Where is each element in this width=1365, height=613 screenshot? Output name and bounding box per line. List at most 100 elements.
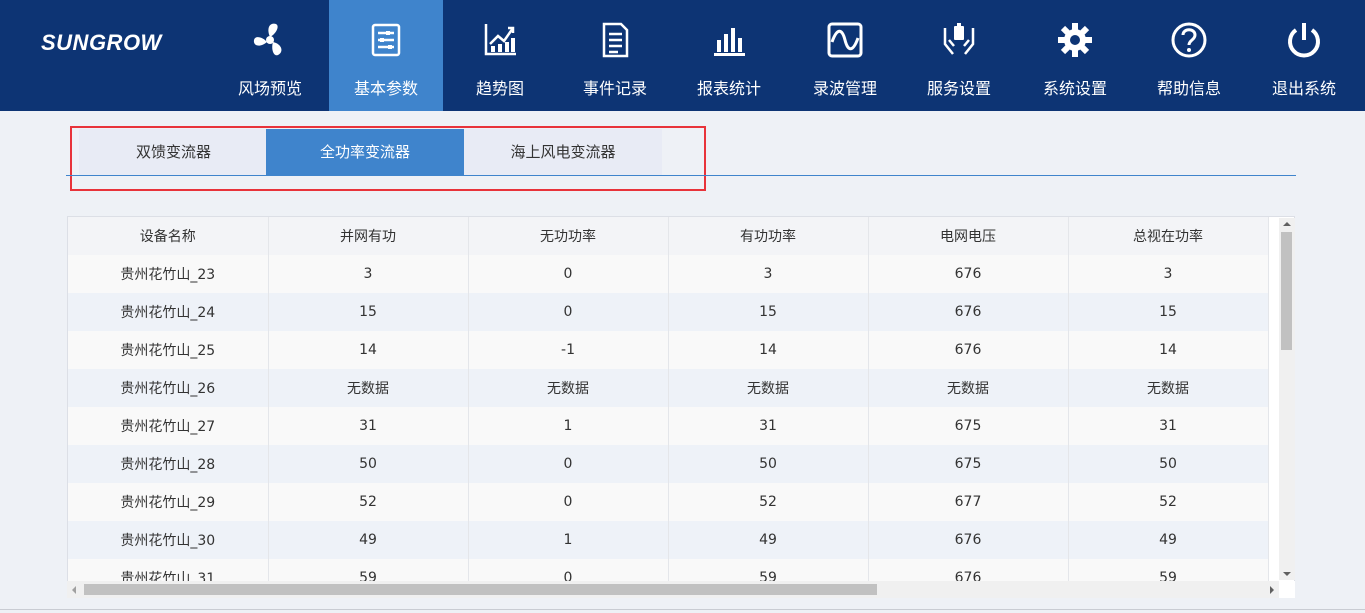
nav-item-basic-parameters[interactable]: 基本参数 — [329, 0, 443, 111]
column-header[interactable]: 并网有功 — [268, 217, 469, 255]
table-cell: 52 — [268, 483, 469, 521]
nav-item-trend-chart[interactable]: 趋势图 — [443, 0, 557, 111]
parameters-table: 设备名称 并网有功 无功功率 有功功率 电网电压 总视在功率 贵州花竹山_23 … — [68, 217, 1269, 597]
table-row[interactable]: 贵州花竹山_27 31 1 31 675 31 — [68, 407, 1269, 445]
converter-type-tabs: 双馈变流器 全功率变流器 海上风电变流器 — [70, 126, 706, 191]
table-cell: 31 — [268, 407, 469, 445]
table-cell: 14 — [1068, 331, 1269, 369]
fan-icon — [250, 20, 290, 60]
scroll-up-arrow-icon[interactable] — [1283, 222, 1291, 226]
footer-divider — [0, 609, 1365, 610]
table-cell: 无数据 — [268, 369, 469, 407]
scroll-down-arrow-icon[interactable] — [1283, 572, 1291, 576]
table-cell: 3 — [1068, 255, 1269, 293]
nav-item-report-statistics[interactable]: 报表统计 — [672, 0, 786, 111]
help-icon — [1169, 20, 1209, 60]
nav-label: 帮助信息 — [1156, 79, 1221, 98]
nav-label: 录波管理 — [812, 79, 877, 98]
bar-chart-icon — [709, 20, 749, 60]
table-cell: 无数据 — [1068, 369, 1269, 407]
vertical-scrollbar[interactable] — [1279, 218, 1295, 580]
table-cell: 14 — [268, 331, 469, 369]
table-row[interactable]: 贵州花竹山_28 50 0 50 675 50 — [68, 445, 1269, 483]
nav-item-system-settings[interactable]: 系统设置 — [1018, 0, 1132, 111]
sungrow-logo: SUNGROW — [41, 30, 162, 55]
top-navigation-bar: SUNGROW 风场预览 基本参数 趋势图 事件记录 报表统计 录波管理 服务设… — [0, 0, 1365, 111]
table-cell: 贵州花竹山_24 — [68, 293, 269, 331]
table-cell: 49 — [668, 521, 869, 559]
nav-label: 系统设置 — [1042, 79, 1107, 98]
waveform-icon — [825, 20, 865, 60]
table-cell: 677 — [868, 483, 1069, 521]
table-cell: 1 — [468, 407, 669, 445]
scroll-right-arrow-icon[interactable] — [1270, 586, 1274, 594]
table-cell: 0 — [468, 483, 669, 521]
table-header-row: 设备名称 并网有功 无功功率 有功功率 电网电压 总视在功率 — [68, 217, 1269, 255]
nav-item-exit-system[interactable]: 退出系统 — [1247, 0, 1361, 111]
table-cell: 贵州花竹山_23 — [68, 255, 269, 293]
nav-label: 风场预览 — [237, 79, 302, 98]
table-cell: 0 — [468, 255, 669, 293]
table-cell: 0 — [468, 293, 669, 331]
table-cell: 无数据 — [668, 369, 869, 407]
table-cell: 31 — [668, 407, 869, 445]
table-cell: 贵州花竹山_29 — [68, 483, 269, 521]
horizontal-scrollbar[interactable] — [67, 581, 1279, 598]
table-cell: 贵州花竹山_27 — [68, 407, 269, 445]
column-header[interactable]: 电网电压 — [868, 217, 1069, 255]
table-cell: 3 — [268, 255, 469, 293]
tab-offshore-wind-converter[interactable]: 海上风电变流器 — [464, 129, 662, 176]
service-hands-icon — [939, 20, 979, 60]
table-row[interactable]: 贵州花竹山_23 3 0 3 676 3 — [68, 255, 1269, 293]
table-cell: 15 — [668, 293, 869, 331]
table-cell: 676 — [868, 331, 1069, 369]
scrollbar-corner — [1279, 581, 1295, 598]
vertical-scroll-thumb[interactable] — [1281, 232, 1292, 350]
parameters-table-container: 设备名称 并网有功 无功功率 有功功率 电网电压 总视在功率 贵州花竹山_23 … — [67, 216, 1295, 598]
nav-item-service-settings[interactable]: 服务设置 — [902, 0, 1016, 111]
table-row[interactable]: 贵州花竹山_26 无数据 无数据 无数据 无数据 无数据 — [68, 369, 1269, 407]
nav-item-wind-farm-overview[interactable]: 风场预览 — [213, 0, 327, 111]
tab-doubly-fed-converter[interactable]: 双馈变流器 — [79, 129, 268, 176]
nav-label: 退出系统 — [1271, 79, 1336, 98]
nav-item-event-log[interactable]: 事件记录 — [558, 0, 672, 111]
document-icon — [595, 20, 635, 60]
table-cell: 49 — [268, 521, 469, 559]
table-row[interactable]: 贵州花竹山_29 52 0 52 677 52 — [68, 483, 1269, 521]
nav-label: 报表统计 — [696, 79, 761, 98]
table-cell: 0 — [468, 445, 669, 483]
tab-full-power-converter[interactable]: 全功率变流器 — [266, 129, 464, 176]
table-cell: 52 — [668, 483, 869, 521]
column-header[interactable]: 有功功率 — [668, 217, 869, 255]
table-row[interactable]: 贵州花竹山_25 14 -1 14 676 14 — [68, 331, 1269, 369]
table-cell: 675 — [868, 445, 1069, 483]
table-cell: 676 — [868, 293, 1069, 331]
table-cell: 676 — [868, 521, 1069, 559]
table-cell: 3 — [668, 255, 869, 293]
nav-item-wave-recording[interactable]: 录波管理 — [788, 0, 902, 111]
tab-divider — [66, 175, 1296, 176]
nav-item-help-info[interactable]: 帮助信息 — [1132, 0, 1246, 111]
column-header[interactable]: 设备名称 — [68, 217, 269, 255]
table-cell: 52 — [1068, 483, 1269, 521]
nav-label: 事件记录 — [582, 79, 647, 98]
table-cell: 14 — [668, 331, 869, 369]
table-cell: -1 — [468, 331, 669, 369]
table-cell: 675 — [868, 407, 1069, 445]
trend-chart-icon — [480, 20, 520, 60]
horizontal-scroll-thumb[interactable] — [84, 584, 877, 595]
table-row[interactable]: 贵州花竹山_24 15 0 15 676 15 — [68, 293, 1269, 331]
scroll-left-arrow-icon[interactable] — [72, 586, 76, 594]
table-cell: 15 — [268, 293, 469, 331]
nav-label: 服务设置 — [926, 79, 991, 98]
list-settings-icon — [366, 20, 406, 60]
table-cell: 676 — [868, 255, 1069, 293]
table-cell: 49 — [1068, 521, 1269, 559]
column-header[interactable]: 无功功率 — [468, 217, 669, 255]
nav-label: 基本参数 — [353, 79, 418, 98]
column-header[interactable]: 总视在功率 — [1068, 217, 1269, 255]
table-cell: 无数据 — [868, 369, 1069, 407]
table-cell: 贵州花竹山_25 — [68, 331, 269, 369]
table-cell: 50 — [668, 445, 869, 483]
table-row[interactable]: 贵州花竹山_30 49 1 49 676 49 — [68, 521, 1269, 559]
